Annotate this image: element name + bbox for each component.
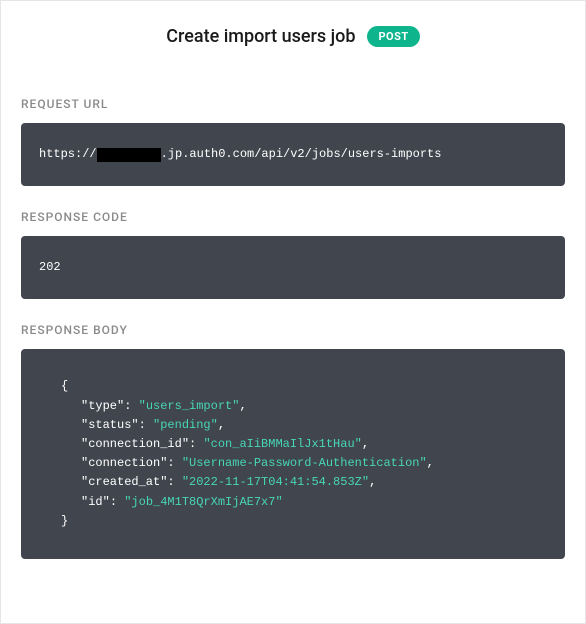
- response-body-block: { "type": "users_import", "status": "pen…: [21, 349, 565, 559]
- json-field-created-at: "created_at": "2022-11-17T04:41:54.853Z"…: [43, 473, 543, 492]
- request-url-block: https:// .jp.auth0.com/api/v2/jobs/users-…: [21, 123, 565, 186]
- json-field-connection-id: "connection_id": "con_aIiBMMaIlJx1tHau",: [43, 435, 543, 454]
- http-method-badge: POST: [367, 26, 419, 47]
- json-field-type: "type": "users_import",: [43, 397, 543, 416]
- response-code-label: RESPONSE CODE: [21, 210, 565, 224]
- json-field-status: "status": "pending",: [43, 416, 543, 435]
- url-prefix: https://: [39, 145, 97, 164]
- response-code-value: 202: [39, 260, 61, 274]
- page-title: Create import users job: [166, 26, 355, 47]
- response-code-block: 202: [21, 236, 565, 299]
- json-close-brace: }: [43, 512, 543, 531]
- response-body-label: RESPONSE BODY: [21, 323, 565, 337]
- response-body-section: RESPONSE BODY { "type": "users_import", …: [21, 323, 565, 559]
- url-suffix: .jp.auth0.com/api/v2/jobs/users-imports: [161, 145, 442, 164]
- json-open-brace: {: [43, 377, 543, 396]
- request-url-section: REQUEST URL https:// .jp.auth0.com/api/v2…: [21, 97, 565, 186]
- request-url-value: https:// .jp.auth0.com/api/v2/jobs/users-…: [39, 145, 547, 164]
- response-code-section: RESPONSE CODE 202: [21, 210, 565, 299]
- page-header: Create import users job POST: [21, 26, 565, 47]
- redacted-tenant: [97, 148, 161, 162]
- json-field-connection: "connection": "Username-Password-Authent…: [43, 454, 543, 473]
- json-field-id: "id": "job_4M1T8QrXmIjAE7x7": [43, 493, 543, 512]
- request-url-label: REQUEST URL: [21, 97, 565, 111]
